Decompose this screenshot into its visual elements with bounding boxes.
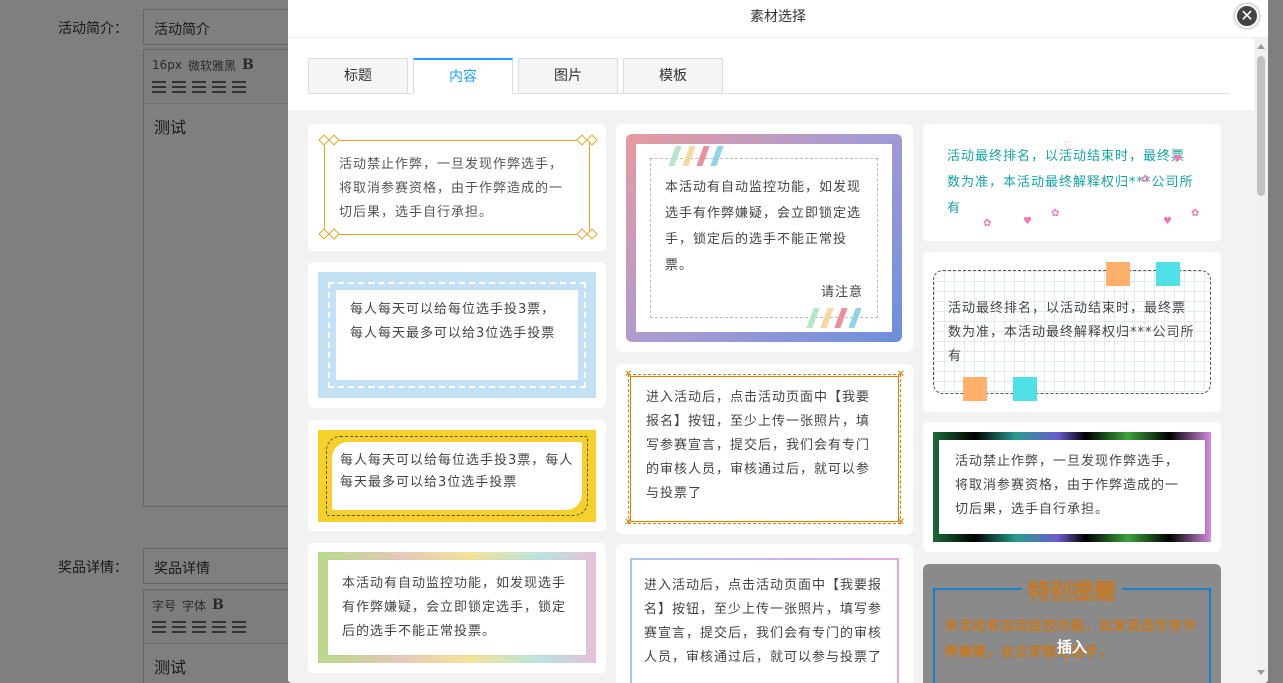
- card-text: 活动禁止作弊，一旦发现作弊选手，将取消参赛资格，由于作弊造成的一切后果，选手自行…: [955, 454, 1180, 517]
- material-select-modal: 素材选择 标题 内容 图片 模板 活动禁止作弊，一旦发现作弊选手，将取消参赛资格…: [288, 0, 1268, 683]
- scroll-down-icon[interactable]: [1257, 670, 1265, 675]
- card-text: 活动禁止作弊，一旦发现作弊选手，将取消参赛资格，由于作弊造成的一切后果，选手自行…: [339, 157, 564, 220]
- gradient-border: 进入活动后，点击活动页面中【我要报名】按钮，至少上传一张照片，填写参赛宣言，提交…: [630, 558, 899, 683]
- material-card-5[interactable]: 本活动有自动监控功能，如发现选手有作弊嫌疑，会立即锁定选手，锁定后的选手不能正常…: [616, 124, 913, 352]
- square-decoration: [1013, 377, 1037, 401]
- dashed-border: 本活动有自动监控功能，如发现选手有作弊嫌疑，会立即锁定选手，锁定后的选手不能正常…: [650, 158, 878, 318]
- material-grid: 活动禁止作弊，一旦发现作弊选手，将取消参赛资格，由于作弊造成的一切后果，选手自行…: [288, 110, 1254, 683]
- flower-icon: ✿: [983, 218, 992, 229]
- material-card-7[interactable]: 进入活动后，点击活动页面中【我要报名】按钮，至少上传一张照片，填写参赛宣言，提交…: [616, 544, 913, 683]
- flower-icon: ✿: [1051, 208, 1060, 219]
- scroll-thumb[interactable]: [1257, 56, 1265, 196]
- card-title-text: 特别提醒: [1021, 580, 1122, 605]
- card-body: 每人每天可以给每位选手投3票，每人每天最多可以给3位选手投票: [332, 442, 582, 510]
- flower-icon: ✿: [1141, 174, 1150, 185]
- card-title: 特别提醒: [923, 574, 1221, 606]
- card-text: 每人每天可以给每位选手投3票，每人每天最多可以给3位选手投票: [350, 302, 556, 341]
- tab-bar: 标题 内容 图片 模板: [308, 58, 1230, 94]
- card-text: 本活动有自动监控功能，如发现选手有作弊嫌疑，会立即锁定选手，锁定后的选手不能正常…: [665, 180, 862, 273]
- tab-template[interactable]: 模板: [623, 58, 723, 94]
- tab-image[interactable]: 图片: [518, 58, 618, 94]
- card-text: 进入活动后，点击活动页面中【我要报名】按钮，至少上传一张照片，填写参赛宣言，提交…: [644, 578, 883, 665]
- card-sign: 请注意: [820, 285, 863, 300]
- heart-icon: ♥: [1173, 154, 1182, 165]
- insert-button[interactable]: 插入: [923, 636, 1221, 657]
- card-text: 本活动有自动监控功能，如发现选手有作弊嫌疑，会立即锁定选手，锁定后的选手不能正常…: [342, 576, 567, 639]
- material-card-8[interactable]: 活动最终排名，以活动结束时，最终票数为准，本活动最终解释权归***公司所有 ♡ …: [923, 124, 1221, 241]
- card-body: 每人每天可以给每位选手投3票，每人每天最多可以给3位选手投票: [336, 290, 578, 380]
- square-decoration: [1106, 262, 1130, 286]
- close-icon[interactable]: ✕: [1235, 4, 1259, 28]
- card-text: 活动最终排名，以活动结束时，最终票数为准，本活动最终解释权归***公司所有: [947, 149, 1194, 216]
- scroll-up-icon[interactable]: [1257, 44, 1265, 49]
- material-card-11[interactable]: 特别提醒 本活动有自动监控功能，如发现选手有作弊嫌疑，会立即锁定选手， 插入: [923, 564, 1221, 683]
- corner-x-icon: ✕: [624, 369, 633, 380]
- material-card-10[interactable]: 活动禁止作弊，一旦发现作弊选手，将取消参赛资格，由于作弊造成的一切后果，选手自行…: [923, 422, 1221, 552]
- material-card-6[interactable]: ✕ ✕ ✕ ✕ 进入活动后，点击活动页面中【我要报名】按钮，至少上传一张照片，填…: [616, 364, 913, 534]
- striped-frame: 活动禁止作弊，一旦发现作弊选手，将取消参赛资格，由于作弊造成的一切后果，选手自行…: [933, 432, 1211, 542]
- card-body: 本活动有自动监控功能，如发现选手有作弊嫌疑，会立即锁定选手，锁定后的选手不能正常…: [328, 560, 586, 655]
- tab-title[interactable]: 标题: [308, 58, 408, 94]
- heart-icon: ♥: [1163, 216, 1172, 227]
- modal-title: 素材选择: [288, 0, 1268, 38]
- vertical-scrollbar[interactable]: [1254, 38, 1268, 683]
- card-body: 进入活动后，点击活动页面中【我要报名】按钮，至少上传一张照片，填写参赛宣言，提交…: [636, 382, 893, 510]
- material-card-2[interactable]: 每人每天可以给每位选手投3票，每人每天最多可以给3位选手投票: [308, 262, 606, 408]
- card-text: 活动最终排名，以活动结束时，最终票数为准，本活动最终解释权归***公司所有: [948, 301, 1195, 364]
- material-card-1[interactable]: 活动禁止作弊，一旦发现作弊选手，将取消参赛资格，由于作弊造成的一切后果，选手自行…: [308, 124, 606, 251]
- grid-frame: 活动最终排名，以活动结束时，最终票数为准，本活动最终解释权归***公司所有: [933, 270, 1211, 394]
- multicolor-frame: 本活动有自动监控功能，如发现选手有作弊嫌疑，会立即锁定选手，锁定后的选手不能正常…: [318, 552, 596, 663]
- gold-frame: 活动禁止作弊，一旦发现作弊选手，将取消参赛资格，由于作弊造成的一切后果，选手自行…: [324, 140, 590, 235]
- corner-x-icon: ✕: [896, 517, 905, 528]
- square-decoration: [1156, 262, 1180, 286]
- material-card-3[interactable]: 每人每天可以给每位选手投3票，每人每天最多可以给3位选手投票: [308, 420, 606, 531]
- corner-x-icon: ✕: [896, 369, 905, 380]
- card-body: 活动禁止作弊，一旦发现作弊选手，将取消参赛资格，由于作弊造成的一切后果，选手自行…: [939, 440, 1205, 534]
- material-card-4[interactable]: 本活动有自动监控功能，如发现选手有作弊嫌疑，会立即锁定选手，锁定后的选手不能正常…: [308, 543, 606, 673]
- heart-icon: ♡: [1063, 140, 1072, 151]
- card-text: 每人每天可以给每位选手投3票，每人每天最多可以给3位选手投票: [340, 453, 574, 490]
- material-card-9[interactable]: 活动最终排名，以活动结束时，最终票数为准，本活动最终解释权归***公司所有: [923, 252, 1221, 412]
- square-decoration: [963, 377, 987, 401]
- flower-icon: ✿: [1191, 208, 1200, 219]
- card-text: 进入活动后，点击活动页面中【我要报名】按钮，至少上传一张照片，填写参赛宣言，提交…: [646, 390, 871, 501]
- tab-content[interactable]: 内容: [413, 58, 513, 94]
- blue-frame: 每人每天可以给每位选手投3票，每人每天最多可以给3位选手投票: [318, 272, 596, 398]
- yellow-frame: 每人每天可以给每位选手投3票，每人每天最多可以给3位选手投票: [318, 430, 596, 522]
- card-body: 本活动有自动监控功能，如发现选手有作弊嫌疑，会立即锁定选手，锁定后的选手不能正常…: [636, 144, 892, 332]
- heart-icon: ♥: [1023, 216, 1032, 227]
- corner-x-icon: ✕: [624, 517, 633, 528]
